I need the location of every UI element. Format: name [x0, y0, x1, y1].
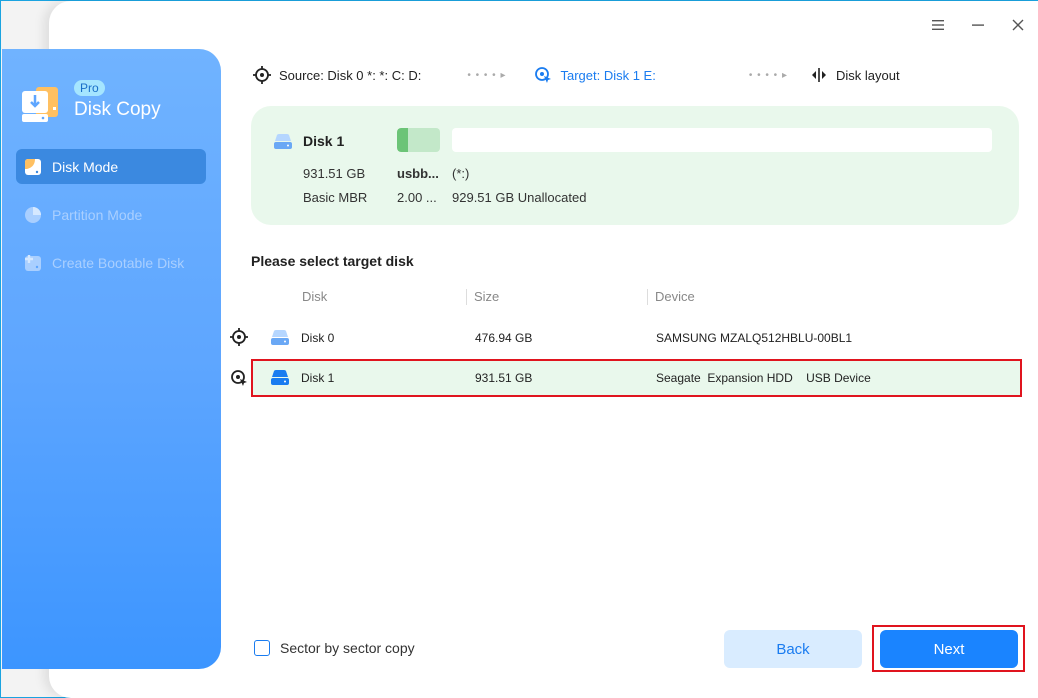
step-target-label: Target: Disk 1 E: — [560, 67, 656, 83]
unallocated-label: (*:) — [452, 166, 470, 181]
bootable-disk-icon — [24, 254, 42, 272]
sidebar-item-create-bootable-disk[interactable]: Create Bootable Disk — [16, 245, 206, 280]
table-row[interactable]: Disk 1 931.51 GB Seagate Expansion HDD U… — [251, 359, 1022, 397]
disk-size: 931.51 GB — [303, 166, 366, 181]
sidebar-item-partition-mode[interactable]: Partition Mode — [16, 197, 206, 232]
target-cursor-icon — [535, 67, 552, 83]
partition-usage-bar[interactable] — [397, 128, 440, 152]
next-button-highlight: Next — [872, 625, 1025, 672]
sidebar-item-label: Partition Mode — [52, 206, 143, 223]
sidebar-nav: Disk Mode Partition Mode Create Bootable… — [16, 149, 206, 293]
partition-label: usbb... — [397, 166, 439, 181]
sidebar-item-disk-mode[interactable]: Disk Mode — [16, 149, 206, 184]
step-disk-layout-label: Disk layout — [835, 67, 900, 83]
window-controls — [918, 13, 1038, 37]
disk-mode-icon — [24, 158, 42, 176]
close-icon — [1012, 19, 1024, 31]
source-crosshair-icon — [230, 328, 248, 346]
disk-layout-icon — [811, 68, 826, 82]
pro-badge: Pro — [74, 80, 105, 96]
step-separator: • • • • ▸ — [748, 69, 788, 81]
disk-size: 476.94 GB — [475, 331, 533, 345]
disk-size: 931.51 GB — [475, 371, 533, 385]
partition-usage-fill — [397, 128, 408, 152]
disk-name: Disk 0 — [301, 331, 335, 345]
step-disk-layout[interactable]: Disk layout — [810, 66, 900, 84]
unallocated-size: 929.51 GB Unallocated — [452, 190, 587, 205]
partition-size: 2.00 ... — [397, 190, 437, 205]
step-breadcrumb: Source: Disk 0 *: *: C: D: • • • • ▸ Tar… — [253, 64, 900, 86]
step-source[interactable]: Source: Disk 0 *: *: C: D: — [253, 66, 421, 84]
disk-drive-icon — [271, 330, 289, 345]
target-disk-card: Disk 1 931.51 GB Basic MBR usbb... 2.00 … — [251, 106, 1019, 225]
section-title: Please select target disk — [251, 253, 414, 269]
screen-frame: Pro Disk Copy Disk Mode Partition Mode C… — [0, 0, 1038, 698]
sidebar-item-label: Disk Mode — [52, 158, 119, 175]
disk-drive-icon — [271, 370, 289, 385]
sidebar-item-label: Create Bootable Disk — [52, 254, 185, 271]
brand: Pro Disk Copy — [20, 79, 161, 125]
disk-name: Disk 1 — [303, 133, 345, 149]
step-source-label: Source: Disk 0 *: *: C: D: — [279, 67, 422, 83]
disk-type: Basic MBR — [303, 190, 368, 205]
target-cursor-icon — [231, 370, 247, 386]
column-divider[interactable] — [647, 289, 648, 305]
sidebar: Pro Disk Copy Disk Mode Partition Mode C… — [2, 49, 221, 669]
checkbox-box[interactable] — [254, 640, 270, 656]
hamburger-menu-icon — [932, 20, 944, 30]
crosshair-icon — [253, 66, 271, 84]
disk-copy-logo-icon — [20, 85, 60, 125]
step-separator: • • • • ▸ — [467, 69, 507, 81]
column-header-device[interactable]: Device — [655, 289, 695, 304]
disk-name: Disk 1 — [301, 371, 335, 385]
step-target[interactable]: Target: Disk 1 E: — [534, 66, 656, 84]
disk-table-header: Disk Size Device — [251, 289, 1021, 309]
checkbox-label: Sector by sector copy — [280, 640, 415, 656]
table-row[interactable]: Disk 0 476.94 GB SAMSUNG MZALQ512HBLU-00… — [253, 321, 1020, 355]
next-button[interactable]: Next — [880, 630, 1018, 668]
sector-by-sector-checkbox[interactable]: Sector by sector copy — [254, 640, 415, 656]
pie-chart-icon — [24, 206, 42, 224]
app-title: Disk Copy — [74, 99, 161, 120]
back-button[interactable]: Back — [724, 630, 862, 668]
minimize-icon — [972, 24, 984, 26]
column-header-disk[interactable]: Disk — [302, 289, 327, 304]
disk-device: SAMSUNG MZALQ512HBLU-00BL1 — [656, 331, 853, 345]
column-divider[interactable] — [466, 289, 467, 305]
close-button[interactable] — [998, 13, 1038, 37]
menu-button[interactable] — [918, 13, 958, 37]
disk-device: Seagate Expansion HDD USB Device — [656, 371, 871, 385]
disk-drive-icon — [274, 134, 292, 149]
minimize-button[interactable] — [958, 13, 998, 37]
unallocated-space-bar[interactable] — [452, 128, 992, 152]
column-header-size[interactable]: Size — [474, 289, 499, 304]
